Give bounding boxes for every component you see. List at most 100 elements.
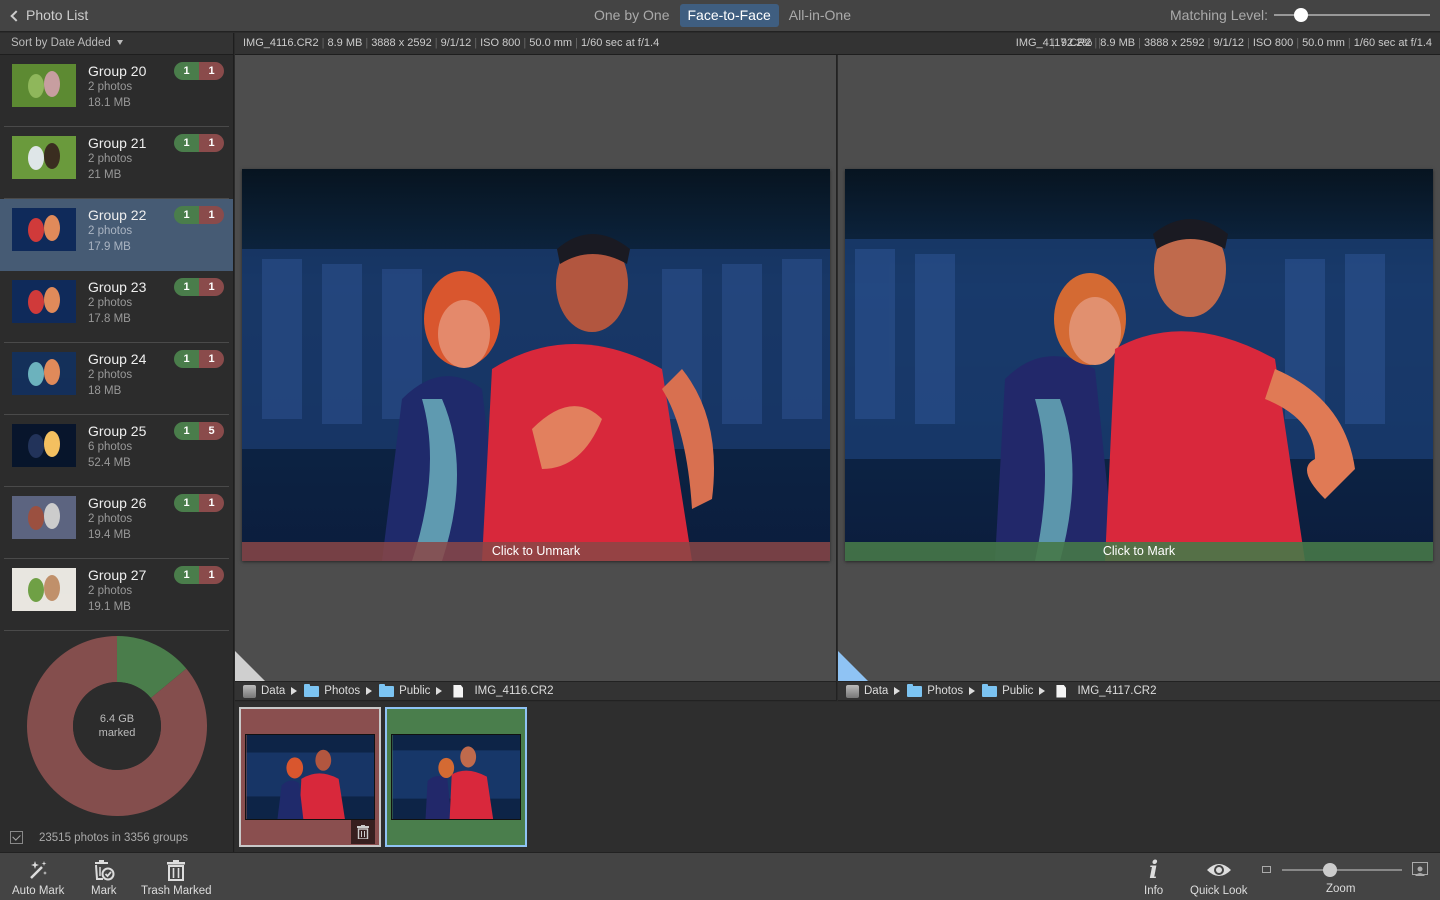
info-field: 8.9 MB (1100, 37, 1136, 49)
path-crumb-label: Data (864, 685, 889, 697)
zoom-slider-knob[interactable] (1323, 863, 1337, 877)
matching-level-slider[interactable] (1274, 8, 1430, 22)
trash-marked-button[interactable]: Trash Marked (141, 858, 212, 897)
group-list-sidebar: Sort by Date Added Group 20 2 photos 18.… (0, 33, 234, 852)
kept-count: 1 (174, 494, 199, 512)
info-label: Info (1144, 885, 1164, 897)
filmstrip-item-kept[interactable] (385, 707, 527, 847)
group-size: 17.9 MB (88, 241, 131, 253)
group-status-badge: 1 5 (174, 422, 224, 440)
kept-count: 1 (174, 206, 199, 224)
left-photo-info: IMG_4116.CR2 | 8.9 MB | 3888 x 2592 | 9/1/12 | I… (243, 37, 659, 49)
path-crumb[interactable]: Data (846, 684, 889, 698)
group-list-item[interactable]: Group 26 2 photos 19.4 MB 1 1 (0, 487, 233, 559)
sort-dropdown[interactable]: Sort by Date Added (0, 33, 233, 55)
group-list-item[interactable]: Group 23 2 photos 17.8 MB 1 1 (0, 271, 233, 343)
group-size: 52.4 MB (88, 457, 131, 469)
info-field: 3888 x 2592 (371, 37, 432, 49)
group-status-badge: 1 1 (174, 566, 224, 584)
unmark-button[interactable]: Click to Unmark (242, 542, 830, 561)
group-photo-count: 2 photos (88, 585, 133, 597)
mark-label: Mark (91, 885, 117, 897)
zoom-in-icon[interactable] (1412, 862, 1428, 876)
path-arrow-icon (969, 687, 976, 695)
path-crumb[interactable]: Data (243, 684, 285, 698)
info-field: ISO 800 (1252, 37, 1294, 49)
left-photo[interactable]: Click to Unmark (242, 169, 830, 561)
marked-count: 1 (199, 206, 224, 224)
right-photo[interactable]: Click to Mark (845, 169, 1433, 561)
path-crumb[interactable]: IMG_4117.CR2 (1052, 684, 1157, 698)
info-field: 1/60 sec at f/1.4 (580, 37, 660, 49)
left-compare-pane: Click to Unmark (235, 55, 837, 681)
quick-look-button[interactable]: Quick Look (1190, 858, 1248, 897)
filmstrip-item-marked[interactable] (239, 707, 381, 847)
separator: | (1246, 37, 1250, 49)
info-button[interactable]: i Info (1144, 855, 1164, 898)
group-size: 19.1 MB (88, 601, 131, 613)
separator: | (1207, 37, 1211, 49)
kept-count: 1 (174, 278, 199, 296)
zoom-slider[interactable] (1282, 863, 1402, 877)
trash-check-icon (93, 858, 115, 882)
auto-mark-label: Auto Mark (12, 885, 65, 897)
mark-button[interactable]: Click to Mark (845, 542, 1433, 561)
collapse-checkbox[interactable] (10, 831, 23, 844)
path-arrow-icon (436, 687, 443, 695)
group-thumbnail (12, 280, 76, 323)
group-thumbnail (12, 424, 76, 467)
folder-icon (304, 683, 320, 697)
stats-text: 23515 photos in 3356 groups (39, 831, 188, 844)
tab-all-in-one[interactable]: All-in-One (781, 4, 859, 27)
info-icon: i (1149, 855, 1159, 884)
pane-corner-indicator-selected (838, 651, 868, 681)
group-list-item[interactable]: Group 27 2 photos 19.1 MB 1 1 (0, 559, 233, 631)
zoom-out-icon[interactable] (1262, 866, 1271, 873)
group-list-item[interactable]: Group 22 2 photos 17.9 MB 1 1 (0, 199, 233, 271)
path-crumb[interactable]: Public (982, 683, 1034, 697)
group-thumbnail (12, 208, 76, 251)
back-label: Photo List (26, 7, 89, 23)
path-crumb-label: Photos (927, 685, 964, 697)
group-status-badge: 1 1 (174, 350, 224, 368)
tab-one-by-one[interactable]: One by One (586, 4, 678, 27)
separator: | (575, 37, 578, 49)
trash-icon[interactable] (351, 820, 375, 844)
group-list: Group 20 2 photos 18.1 MB 1 1 Group 21 2… (0, 55, 233, 631)
group-name: Group 25 (88, 423, 147, 439)
sort-label: Sort by Date Added (11, 37, 111, 49)
group-list-item[interactable]: Group 25 6 photos 52.4 MB 1 5 (0, 415, 233, 487)
group-list-item[interactable]: Group 21 2 photos 21 MB 1 1 (0, 127, 233, 199)
path-crumb[interactable]: IMG_4116.CR2 (449, 684, 553, 698)
kept-count: 1 (174, 422, 199, 440)
path-crumb[interactable]: Photos (304, 683, 361, 697)
marked-count: 5 (199, 422, 224, 440)
info-field: 50.0 mm (529, 37, 573, 49)
path-crumb[interactable]: Photos (907, 683, 964, 697)
disk-icon (846, 684, 859, 698)
photo-couple-image (845, 169, 1433, 561)
auto-mark-button[interactable]: Auto Mark (12, 858, 64, 897)
group-name: Group 20 (88, 63, 147, 79)
separator: | (474, 37, 478, 49)
path-crumb[interactable]: Public (379, 683, 430, 697)
path-crumb-label: Photos (324, 685, 361, 697)
group-name: Group 21 (88, 135, 147, 151)
info-field: 50.0 mm (1302, 37, 1345, 49)
path-crumb-label: IMG_4117.CR2 (1077, 685, 1157, 697)
marked-count: 1 (199, 62, 224, 80)
group-name: Group 27 (88, 567, 147, 583)
info-field: 9/1/12 (440, 37, 472, 49)
group-list-item[interactable]: Group 24 2 photos 18 MB 1 1 (0, 343, 233, 415)
back-to-photo-list-button[interactable]: Photo List (10, 7, 89, 23)
quick-look-label: Quick Look (1190, 885, 1248, 897)
photo-info-bar: IMG_4116.CR2 | 8.9 MB | 3888 x 2592 | 9/1/12 | I… (235, 33, 1440, 55)
slider-knob[interactable] (1293, 8, 1308, 22)
path-crumb-label: Public (1002, 685, 1034, 697)
chevron-left-icon (10, 9, 22, 22)
tab-face-to-face[interactable]: Face-to-Face (679, 4, 779, 27)
group-list-item[interactable]: Group 20 2 photos 18.1 MB 1 1 (0, 55, 233, 127)
mark-tool-button[interactable]: Mark (91, 858, 117, 897)
kept-count: 1 (174, 566, 199, 584)
group-thumbnail (12, 352, 76, 395)
